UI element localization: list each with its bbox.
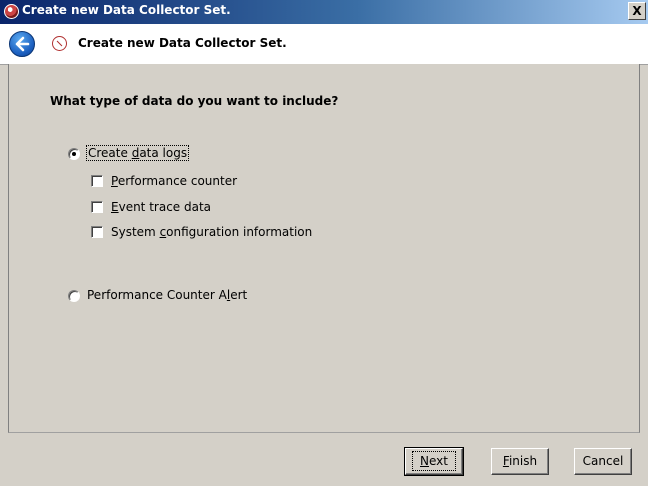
label-accel: P [111,174,118,188]
performance-monitor-icon [4,4,19,19]
label-part: onfiguration information [166,225,313,239]
label-part: erformance counter [117,174,238,188]
data-collector-set-icon [52,36,67,51]
cancel-button[interactable]: Cancel [574,448,632,475]
label-accel: E [111,200,119,214]
back-arrow-icon [15,36,30,52]
wizard-header: Create new Data Collector Set. [0,24,648,65]
label-part: System [111,225,160,239]
close-button[interactable]: X [628,2,646,20]
label-part: Performance Counter A [87,288,227,302]
wizard-title: Create new Data Collector Set. [78,36,287,50]
back-button[interactable] [9,31,35,57]
system-configuration-checkbox[interactable] [91,226,103,238]
finish-button[interactable]: Finish [491,448,549,475]
focus-rect: Create data logs [85,145,190,161]
button-label: inish [508,454,538,468]
button-accel: N [420,454,429,468]
create-data-logs-label[interactable]: Create data logs [85,145,190,161]
performance-counter-alert-radio[interactable] [68,290,80,302]
event-trace-data-label[interactable]: Event trace data [111,200,211,214]
system-configuration-label[interactable]: System configuration information [111,225,312,239]
event-trace-data-checkbox[interactable] [91,201,103,213]
wizard-window: Create new Data Collector Set. X Create … [0,0,648,486]
window-title: Create new Data Collector Set. [22,3,231,17]
title-bar[interactable]: Create new Data Collector Set. X [0,0,648,24]
question-heading: What type of data do you want to include… [50,94,339,108]
label-part: Create [88,146,132,160]
button-label: ext [429,454,448,468]
focus-rect: Next [412,451,456,471]
performance-counter-checkbox[interactable] [91,175,103,187]
label-part: ata logs [139,146,188,160]
create-data-logs-radio[interactable] [68,148,80,160]
label-part: vent trace data [118,200,212,214]
performance-counter-label[interactable]: Performance counter [111,174,237,188]
label-part: ert [230,288,248,302]
performance-counter-alert-label[interactable]: Performance Counter Alert [87,288,247,302]
wizard-content: What type of data do you want to include… [8,64,640,433]
next-button[interactable]: Next [404,447,464,476]
